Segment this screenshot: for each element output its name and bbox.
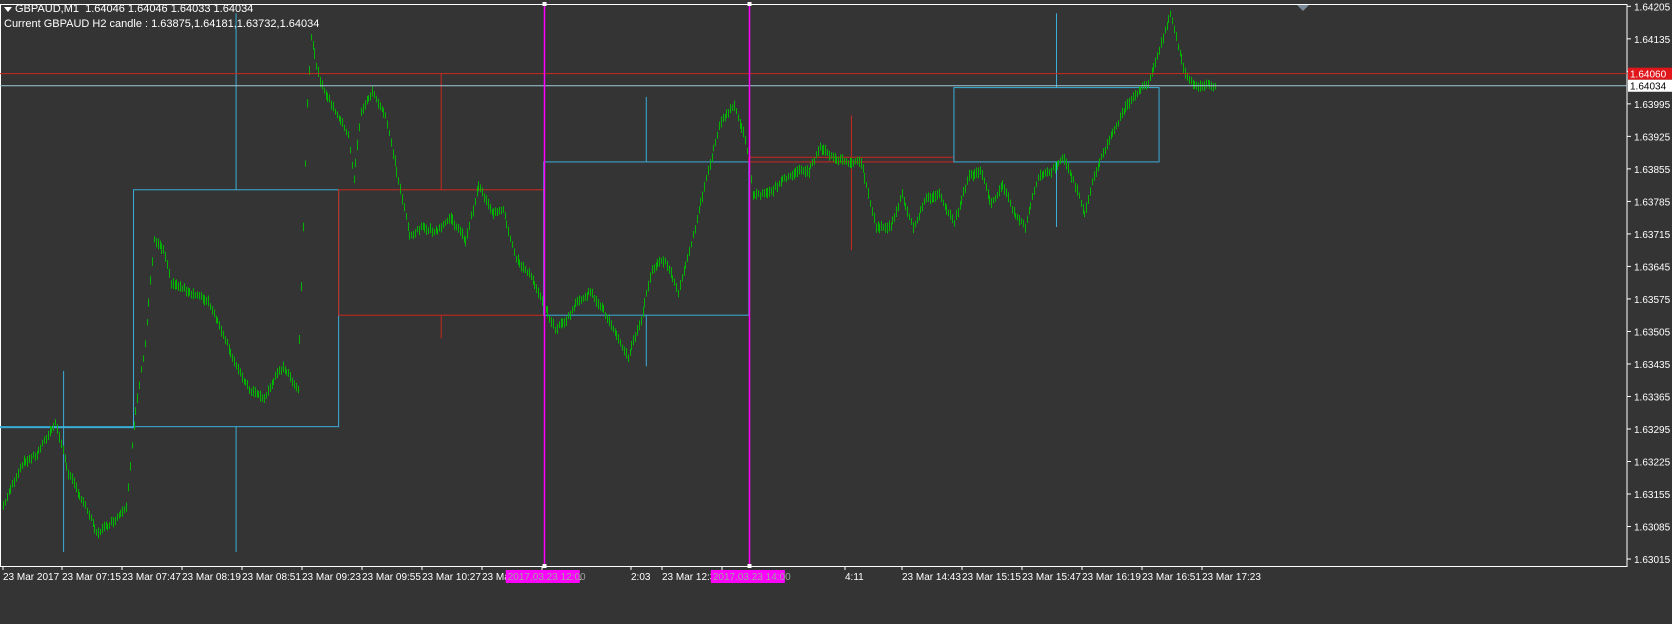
h2-candle-box: [133, 189, 340, 428]
x-tick-label: 23 Mar 14:43: [902, 572, 961, 583]
y-tick-label: 1.63925: [1634, 132, 1671, 143]
plot-border: [0, 4, 1628, 567]
red-level-label: 1.64060: [1630, 70, 1667, 81]
y-tick-label: 1.63785: [1634, 197, 1671, 208]
y-tick-label: 1.63015: [1634, 555, 1671, 566]
x-tick-label: 23 Mar 09:23: [302, 572, 361, 583]
current-price-label: 1.64034: [1630, 82, 1667, 93]
y-tick-label: 1.63435: [1634, 360, 1671, 371]
y-tick-label: 1.63155: [1634, 490, 1671, 501]
y-tick-label: 1.64205: [1634, 2, 1671, 13]
x-tick-label: 23 Mar 09:55: [362, 572, 421, 583]
x-tick-label: 23 Mar 16:51: [1142, 572, 1201, 583]
y-tick-label: 1.63365: [1634, 392, 1671, 403]
y-tick-label: 1.64135: [1634, 35, 1671, 46]
shift-marker-icon: [1297, 5, 1309, 11]
time-marker-label: 2017.03.23 12:00: [508, 572, 586, 583]
time-marker-handle-bottom: [542, 564, 547, 568]
y-tick-label: 1.63715: [1634, 230, 1671, 241]
time-marker-label: 2017.03.23 14:00: [713, 572, 791, 583]
time-marker-handle-top: [747, 2, 752, 6]
y-tick-label: 1.63295: [1634, 425, 1671, 436]
y-tick-label: 1.63225: [1634, 457, 1671, 468]
y-tick-label: 1.63575: [1634, 295, 1671, 306]
x-tick-label: 23 Mar 2017: [3, 572, 60, 583]
y-tick-label: 1.63085: [1634, 523, 1671, 534]
h2-candle-box: [953, 87, 1160, 163]
price-chart[interactable]: 1.642051.641351.640651.639951.639251.638…: [0, 0, 1672, 624]
y-tick-label: 1.63855: [1634, 165, 1671, 176]
x-tick-label: 23 Mar 15:47: [1022, 572, 1081, 583]
x-tick-label: 23 Mar 08:51: [242, 572, 301, 583]
y-tick-label: 1.63505: [1634, 327, 1671, 338]
x-tick-label: 23 Mar 16:19: [1082, 572, 1141, 583]
x-tick-label: 23 Mar 08:19: [182, 572, 241, 583]
x-tick-label: 23 Mar 07:15: [62, 572, 121, 583]
x-tick-label: 2:03: [631, 572, 651, 583]
time-marker-handle-top: [542, 2, 547, 6]
x-tick-label: 23 Mar 15:15: [962, 572, 1021, 583]
x-tick-label: 4:11: [845, 572, 864, 583]
x-tick-label: 23 Mar 07:47: [122, 572, 181, 583]
y-tick-label: 1.63645: [1634, 262, 1671, 273]
x-tick-label: 23 Mar 10:27: [422, 572, 481, 583]
time-marker-handle-bottom: [747, 564, 752, 568]
minute-bars: [3, 10, 1216, 539]
x-tick-label: 23 Mar 17:23: [1202, 572, 1261, 583]
h2-candle-box: [338, 189, 545, 316]
y-tick-label: 1.63995: [1634, 100, 1671, 111]
h2-candle-box: [0, 426, 135, 429]
